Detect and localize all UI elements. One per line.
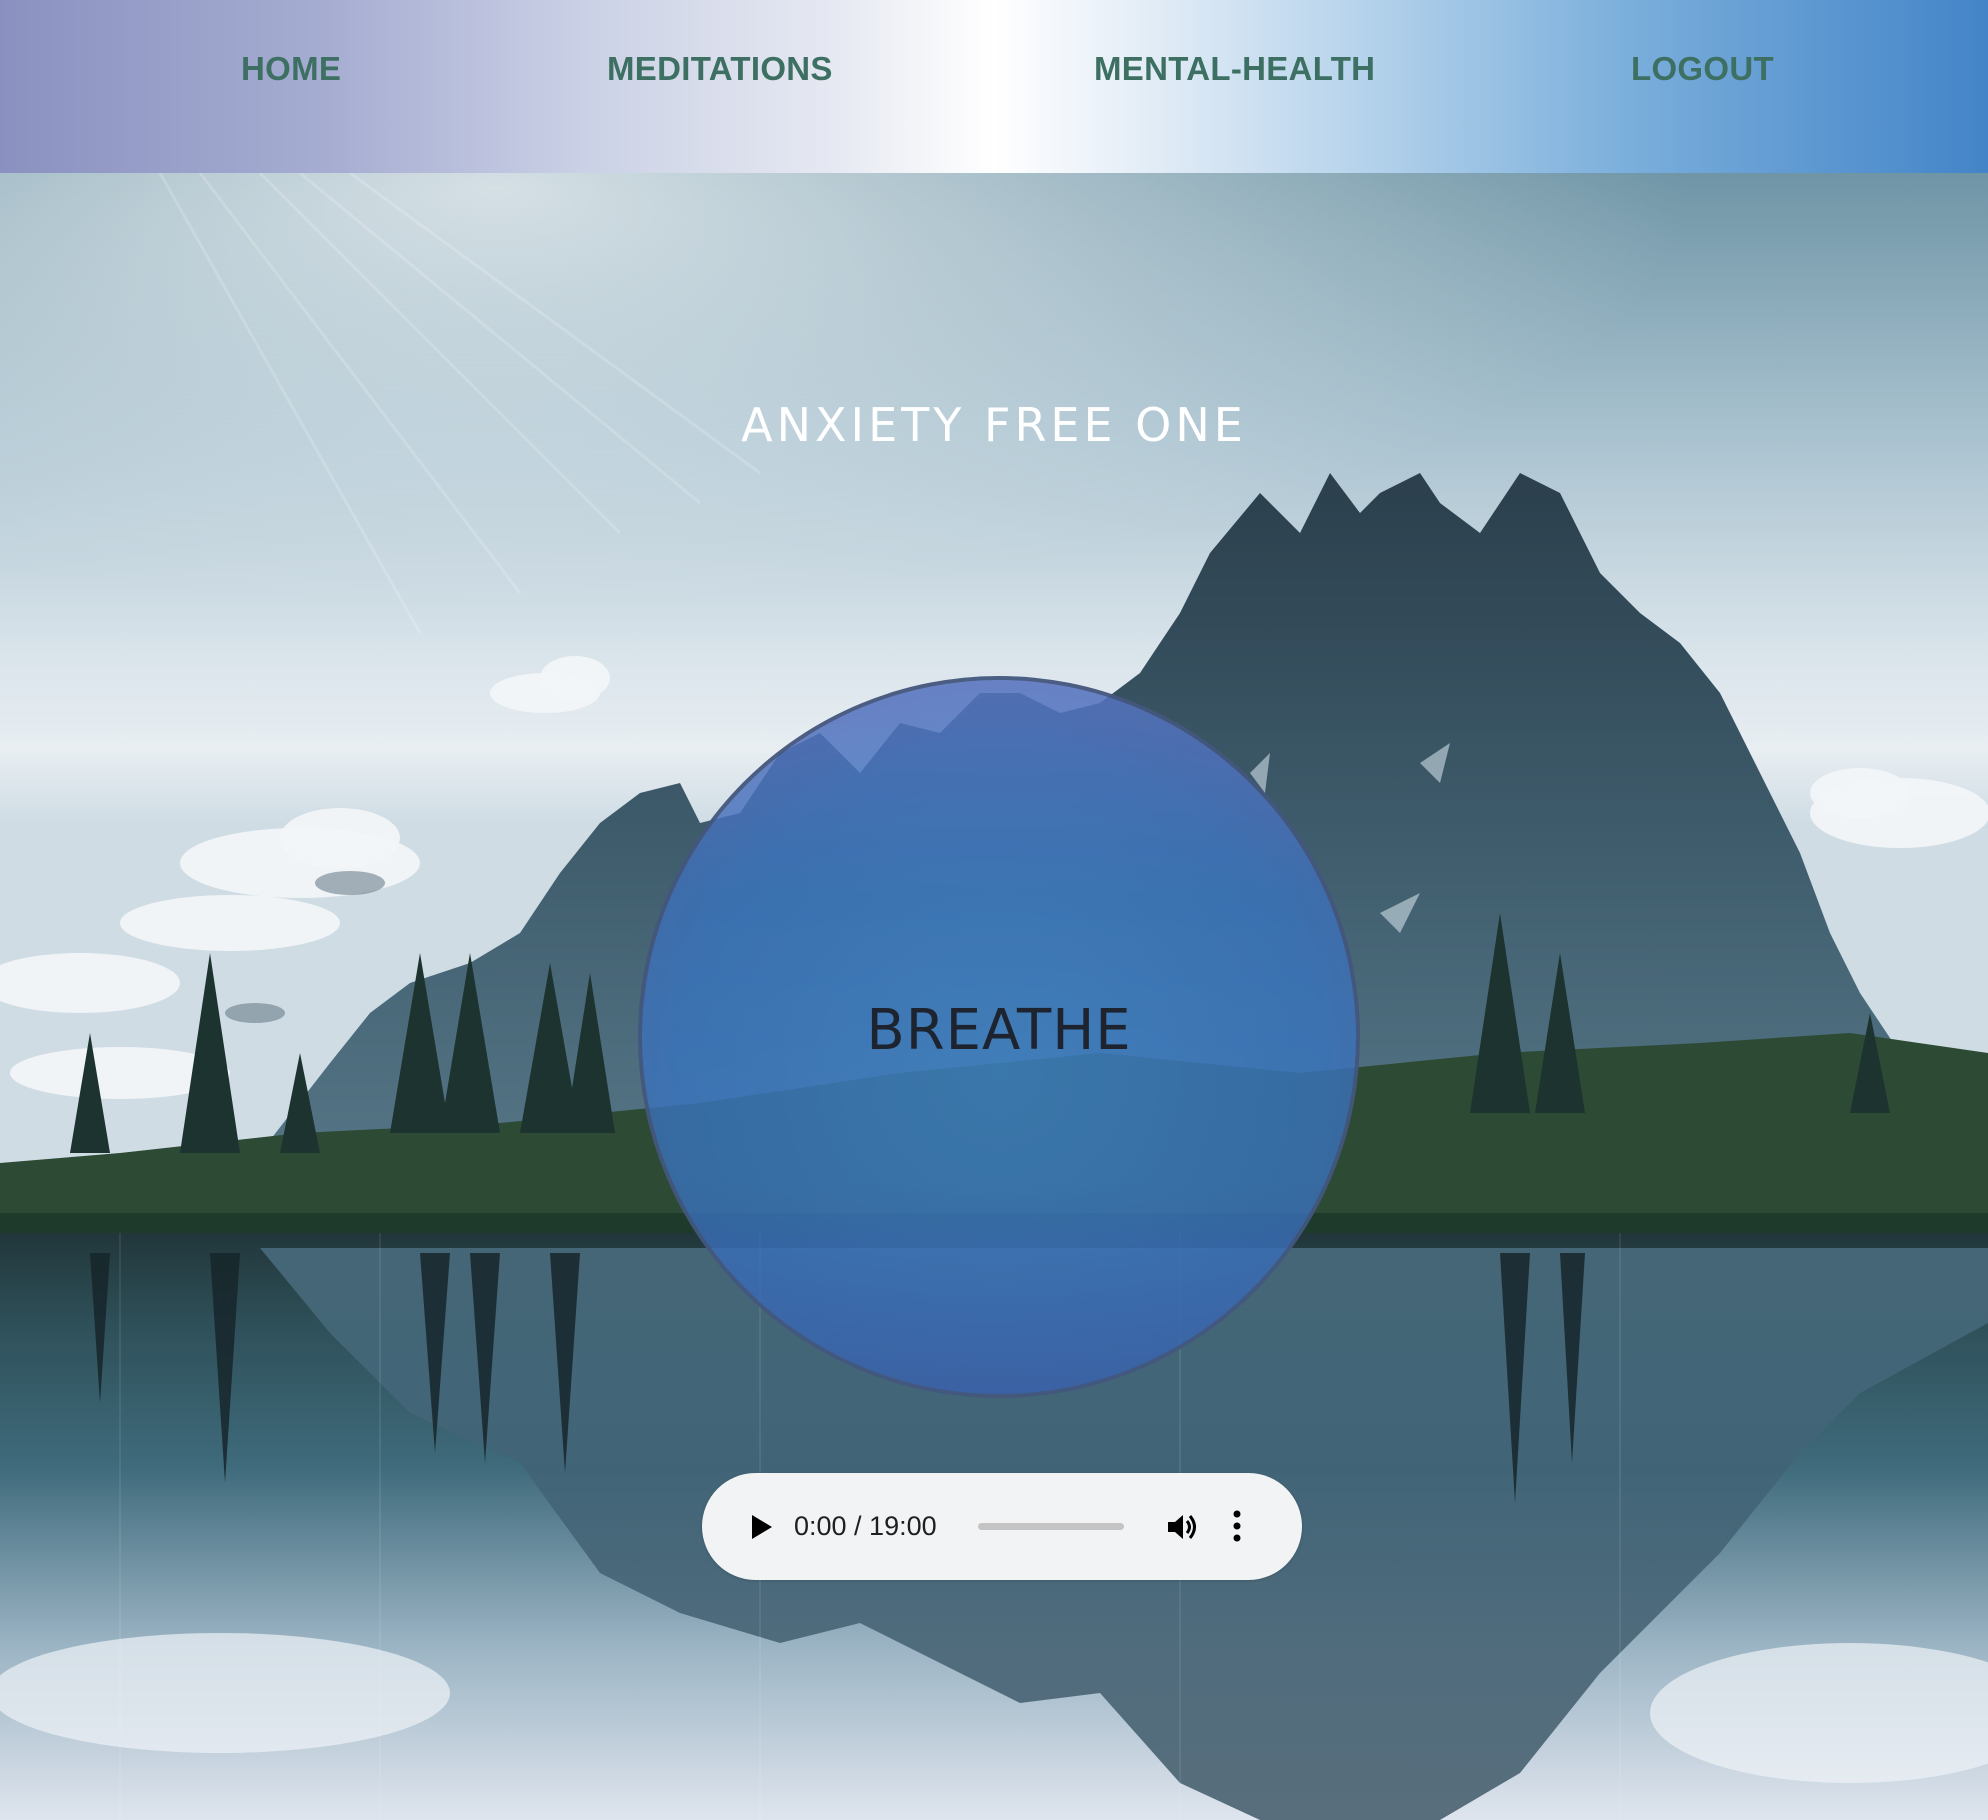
nav-meditations-link[interactable]: MEDITATIONS [607, 0, 833, 137]
page: HOME MEDITATIONS MENTAL-HEALTH LOGOUT AN… [0, 0, 1988, 1820]
breathe-circle: BREATHE [638, 676, 1360, 1398]
audio-player: 0:00 / 19:00 [702, 1473, 1302, 1580]
audio-progress-bar[interactable] [978, 1523, 1124, 1530]
top-nav: HOME MEDITATIONS MENTAL-HEALTH LOGOUT [0, 0, 1988, 173]
audio-time-display: 0:00 / 19:00 [794, 1511, 937, 1541]
more-vert-icon[interactable] [1229, 1506, 1245, 1546]
nav-logout-link[interactable]: LOGOUT [1631, 0, 1774, 137]
nav-home-link[interactable]: HOME [241, 0, 341, 137]
play-icon[interactable] [740, 1507, 780, 1547]
nav-mental-health-link[interactable]: MENTAL-HEALTH [1094, 0, 1375, 137]
page-title: ANXIETY FREE ONE [741, 398, 1247, 452]
breathe-label: BREATHE [866, 998, 1132, 1063]
volume-icon[interactable] [1162, 1507, 1202, 1547]
